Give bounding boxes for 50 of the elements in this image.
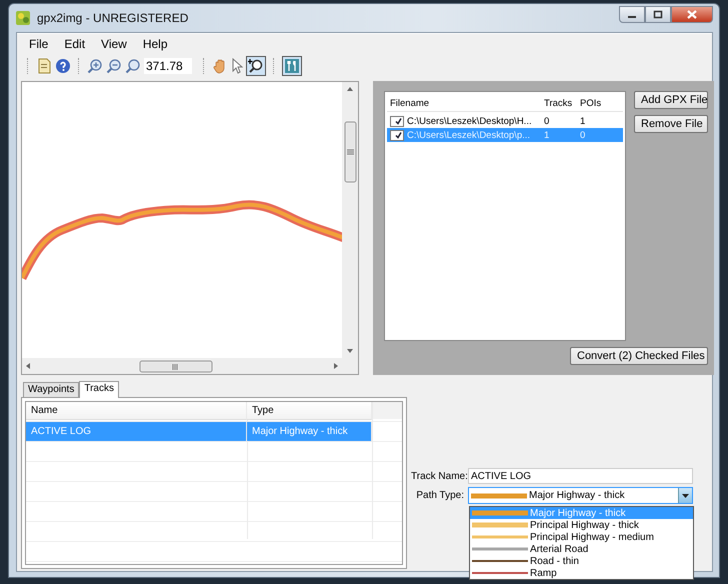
- poi-count: 1: [579, 116, 586, 126]
- poi-count: 0: [579, 130, 586, 140]
- minimize-button[interactable]: [619, 6, 645, 23]
- close-button[interactable]: [671, 6, 713, 23]
- zoom-icon[interactable]: [125, 58, 141, 74]
- convert-button[interactable]: Convert (2) Checked Files: [570, 347, 708, 365]
- column-header[interactable]: Type: [247, 402, 372, 420]
- zoom-in-icon[interactable]: [87, 58, 103, 74]
- zoom-box-button[interactable]: [246, 56, 266, 76]
- dropdown-option[interactable]: Arterial Road: [470, 543, 693, 555]
- column-header[interactable]: Name: [26, 402, 247, 420]
- track-count: 1: [543, 130, 550, 140]
- app-logo-icon: [15, 10, 31, 26]
- menu-item[interactable]: View: [93, 37, 135, 51]
- remove-file-button[interactable]: Remove File: [634, 115, 708, 133]
- file-path: C:\Users\Leszek\Desktop\p...: [407, 130, 530, 140]
- tab[interactable]: Waypoints: [23, 382, 80, 397]
- settings-button[interactable]: [282, 56, 302, 76]
- maximize-button[interactable]: [645, 6, 671, 23]
- menu-item[interactable]: Help: [134, 37, 176, 51]
- column-header[interactable]: POIs: [577, 98, 607, 108]
- track-name-field[interactable]: ACTIVE LOG: [468, 468, 693, 484]
- add-file-button[interactable]: Add GPX File: [634, 91, 708, 109]
- dropdown-option[interactable]: Principal Highway - thick: [470, 519, 693, 531]
- menu-item[interactable]: Edit: [56, 37, 94, 51]
- file-row[interactable]: C:\Users\Leszek\Desktop\H... 0 1: [387, 114, 623, 128]
- close-icon: [687, 10, 697, 19]
- zoom-input[interactable]: 371.78: [144, 58, 192, 74]
- dropdown-option[interactable]: Ramp: [470, 567, 693, 579]
- checkbox[interactable]: [390, 130, 404, 140]
- maximize-icon: [653, 10, 663, 19]
- magnifier-icon: [248, 58, 264, 74]
- help-icon[interactable]: [55, 58, 71, 74]
- dropdown-arrow-icon: [682, 494, 689, 498]
- pointer-icon[interactable]: [231, 58, 243, 74]
- tools-icon: [284, 58, 300, 74]
- window-title: gpx2img - UNREGISTERED: [37, 11, 188, 25]
- tab[interactable]: Tracks: [79, 381, 119, 398]
- field-label: Path Type:: [415, 490, 464, 501]
- path-type-dropdown[interactable]: Major Highway - thick: [468, 487, 693, 504]
- column-header[interactable]: Filename: [387, 98, 541, 108]
- file-path: C:\Users\Leszek\Desktop\H...: [407, 116, 532, 126]
- track-count: 0: [543, 116, 550, 126]
- menu-item[interactable]: File: [21, 37, 56, 51]
- dropdown-option[interactable]: Principal Highway - medium: [470, 531, 693, 543]
- document-icon[interactable]: [36, 58, 52, 74]
- column-header[interactable]: Tracks: [541, 98, 577, 108]
- dropdown-option[interactable]: Road - thin: [470, 555, 693, 567]
- checkbox[interactable]: [390, 116, 404, 126]
- zoom-out-icon[interactable]: [106, 58, 122, 74]
